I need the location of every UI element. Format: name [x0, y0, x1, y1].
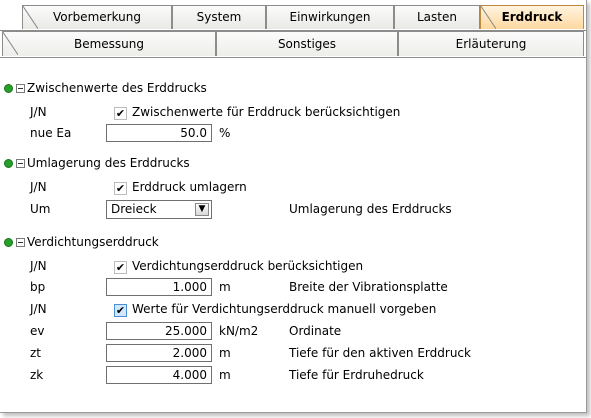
param-label: J/N	[30, 302, 47, 316]
tab-erddruck[interactable]: Erddruck	[480, 5, 584, 29]
tab-einwirkungen[interactable]: Einwirkungen	[266, 5, 394, 29]
collapse-icon[interactable]	[16, 158, 25, 168]
unit-label: m	[219, 368, 231, 382]
group-title: Zwischenwerte des Erddrucks	[27, 81, 207, 95]
group-verdichtung: Verdichtungserddruck	[4, 233, 159, 251]
collapse-icon[interactable]	[16, 237, 25, 247]
param-label: J/N	[30, 105, 47, 119]
checkbox-label: Werte für Verdichtungserddruck manuell v…	[132, 302, 437, 316]
param-label: nue Ea	[30, 126, 72, 140]
param-label: zt	[30, 346, 42, 360]
chevron-down-icon[interactable]: ▼	[195, 203, 209, 216]
zt-input[interactable]: 2.000	[106, 344, 212, 362]
group-umlagerung: Umlagerung des Erddrucks	[4, 154, 190, 172]
checkbox-label: Zwischenwerte für Erddruck berücksichtig…	[132, 105, 401, 119]
param-label: Um	[30, 202, 51, 216]
unit-label: m	[219, 346, 231, 360]
green-dot-icon	[4, 237, 13, 247]
description: Tiefe für den aktiven Erddruck	[289, 346, 471, 360]
param-label: J/N	[30, 259, 47, 273]
tab-row-bottom: Bemessung Sonstiges Erläuterung	[0, 31, 586, 58]
tab-system[interactable]: System	[172, 5, 266, 29]
tab-lasten[interactable]: Lasten	[394, 5, 480, 29]
description: Breite der Vibrationsplatte	[289, 280, 448, 294]
unit-label: %	[219, 126, 231, 140]
checkbox-zwischenwerte[interactable]: ✔	[114, 107, 127, 120]
description: Ordinate	[289, 324, 342, 338]
checkbox-umlagern[interactable]: ✔	[114, 182, 127, 195]
unit-label: kN/m2	[219, 324, 259, 338]
green-dot-icon	[4, 158, 13, 168]
checkbox-manuell[interactable]: ✔	[114, 304, 127, 317]
select-value: Dreieck	[111, 202, 157, 216]
param-label: bp	[30, 280, 46, 294]
param-label: zk	[30, 368, 44, 382]
tab-erlaeuterung[interactable]: Erläuterung	[398, 31, 584, 56]
nue-ea-input[interactable]: 50.0	[106, 124, 212, 142]
group-title: Umlagerung des Erddrucks	[27, 156, 190, 170]
bp-input[interactable]: 1.000	[106, 278, 212, 296]
tab-bemessung[interactable]: Bemessung	[2, 31, 216, 56]
ev-input[interactable]: 25.000	[106, 322, 212, 340]
param-label: J/N	[30, 180, 47, 194]
zk-input[interactable]: 4.000	[106, 366, 212, 384]
description: Tiefe für Erdruhedruck	[289, 368, 424, 382]
dialog-window: Vorbemerkung System Einwirkungen Lasten …	[0, 0, 587, 413]
collapse-icon[interactable]	[16, 83, 25, 93]
checkbox-label: Erddruck umlagern	[132, 180, 247, 194]
tab-vorbemerkung[interactable]: Vorbemerkung	[22, 5, 172, 29]
group-zwischenwerte: Zwischenwerte des Erddrucks	[4, 79, 207, 97]
checkbox-verdichtung[interactable]: ✔	[114, 261, 127, 274]
green-dot-icon	[4, 83, 13, 93]
tab-row-top: Vorbemerkung System Einwirkungen Lasten …	[0, 5, 586, 31]
unit-label: m	[219, 280, 231, 294]
group-title: Verdichtungserddruck	[27, 235, 159, 249]
umlagerung-select[interactable]: Dreieck ▼	[106, 200, 212, 219]
tab-sonstiges[interactable]: Sonstiges	[216, 31, 398, 56]
param-label: ev	[30, 324, 45, 338]
description: Umlagerung des Erddrucks	[289, 202, 452, 216]
checkbox-label: Verdichtungserddruck berücksichtigen	[132, 259, 364, 273]
